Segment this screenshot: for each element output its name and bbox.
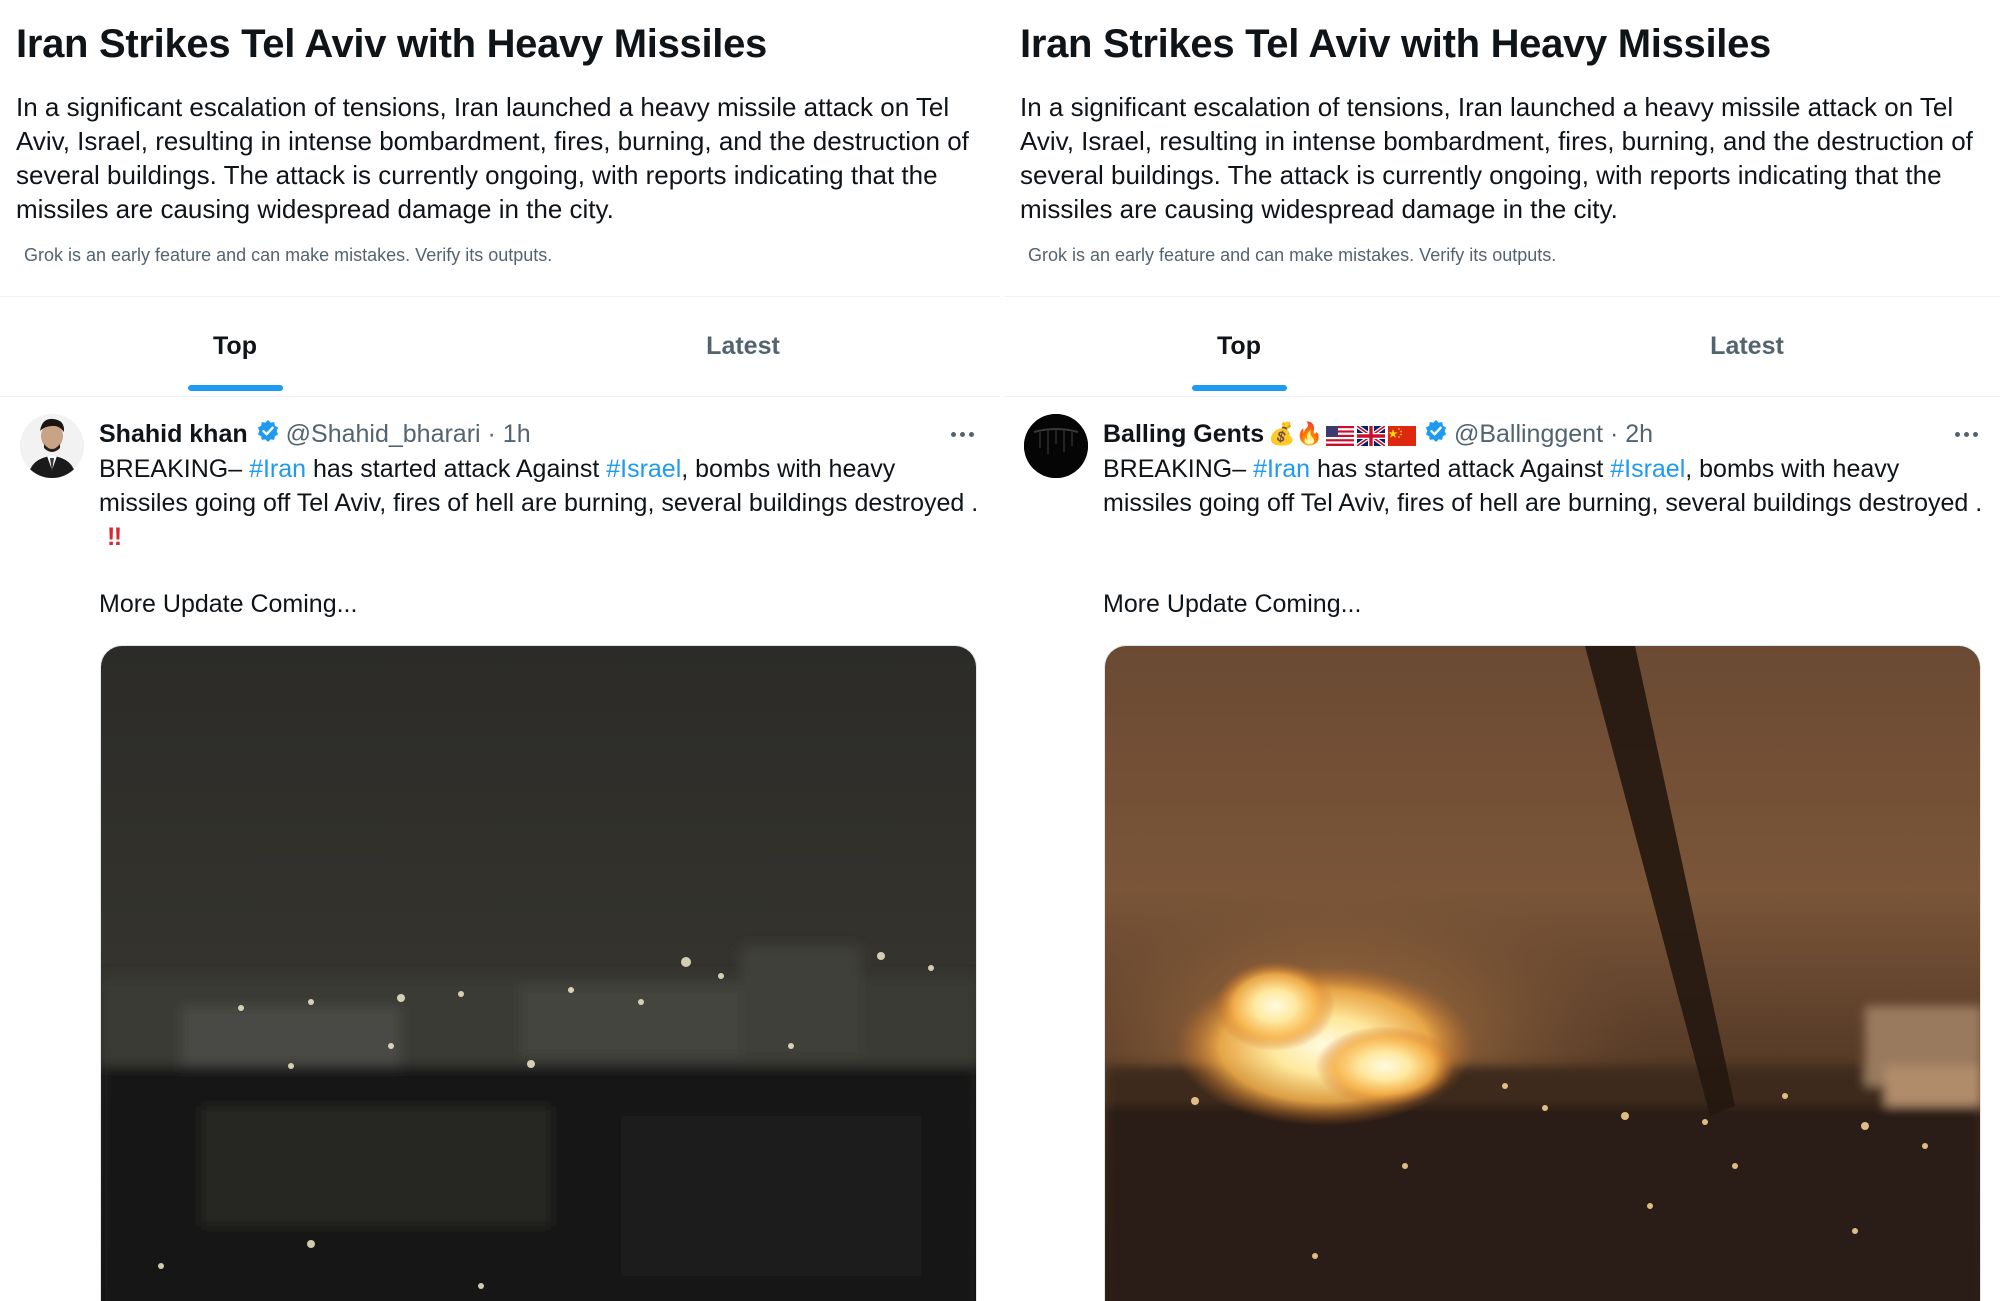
tab-latest-label: Latest [706,332,780,360]
hashtag-israel[interactable]: #Israel [1610,455,1685,483]
hashtag-iran[interactable]: #Iran [1253,455,1310,483]
grok-disclaimer: Grok is an early feature and can make mi… [1028,245,1557,265]
hashtag-iran[interactable]: #Iran [249,455,306,483]
post-video[interactable] [100,645,977,1301]
tab-latest-label: Latest [1710,332,1784,360]
author-name[interactable]: Balling Gents [1103,420,1264,449]
tab-latest[interactable]: Latest [1494,297,2000,396]
feed-tabs: Top Latest [1004,297,2000,396]
post-card[interactable]: Shahid khan @Shahid_bharari · 1h BREAKIN… [0,397,1000,1301]
post-text-part: BREAKING– [99,455,250,483]
explosion-video-frame [1105,646,1980,1301]
money-bag-fire-emoji: 💰🔥 [1268,421,1323,446]
trend-headline: Iran Strikes Tel Aviv with Heavy Missile… [1020,22,1772,66]
trend-summary: In a significant escalation of tensions,… [16,92,969,224]
tab-top[interactable]: Top [1004,297,1474,396]
verified-badge-icon [1424,419,1448,450]
hashtag-israel[interactable]: #Israel [606,455,681,483]
active-tab-indicator [1192,385,1287,391]
double-exclamation-emoji: ‼ [107,523,123,551]
china-flag-icon [1387,424,1416,446]
post-card[interactable]: Balling Gents 💰🔥 @Ballinggent · 2h BREAK… [1004,397,2000,1301]
more-options-icon[interactable] [942,419,982,449]
tab-top-label: Top [213,332,257,360]
author-handle[interactable]: @Ballinggent · 2h [1454,420,1653,449]
tab-latest[interactable]: Latest [490,297,996,396]
post-text: BREAKING– #Iran has started attack Again… [99,452,979,554]
post-text-part: has started attack Against [306,455,607,483]
tab-top-label: Top [1217,332,1261,360]
author-name[interactable]: Shahid khan [99,420,248,449]
post-text-update: More Update Coming... [99,590,358,618]
avatar[interactable] [20,414,84,478]
grok-disclaimer: Grok is an early feature and can make mi… [24,245,553,265]
active-tab-indicator [188,385,283,391]
trend-panel-left: Iran Strikes Tel Aviv with Heavy Missile… [0,0,1000,1301]
post-text-part: has started attack Against [1310,455,1611,483]
avatar-image [1024,414,1088,478]
uk-flag-icon [1355,424,1387,448]
trend-headline: Iran Strikes Tel Aviv with Heavy Missile… [16,22,768,66]
post-video[interactable] [1104,645,1981,1301]
post-header: Shahid khan @Shahid_bharari · 1h [99,417,531,451]
post-text: BREAKING– #Iran has started attack Again… [1103,452,1983,520]
avatar-image [20,414,84,478]
verified-badge-icon [256,419,280,450]
trend-summary: In a significant escalation of tensions,… [1020,92,1973,224]
tab-top[interactable]: Top [0,297,470,396]
post-text-update: More Update Coming... [1103,590,1362,618]
more-options-icon[interactable] [1946,419,1986,449]
post-header: Balling Gents 💰🔥 @Ballinggent · 2h [1103,417,1653,451]
night-city-video-frame [101,646,976,1301]
us-flag-icon [1325,424,1354,446]
author-handle[interactable]: @Shahid_bharari · 1h [286,420,531,449]
post-text-part: BREAKING– [1103,455,1254,483]
feed-tabs: Top Latest [0,297,1000,396]
avatar[interactable] [1024,414,1088,478]
trend-panel-right: Iran Strikes Tel Aviv with Heavy Missile… [1004,0,2000,1301]
